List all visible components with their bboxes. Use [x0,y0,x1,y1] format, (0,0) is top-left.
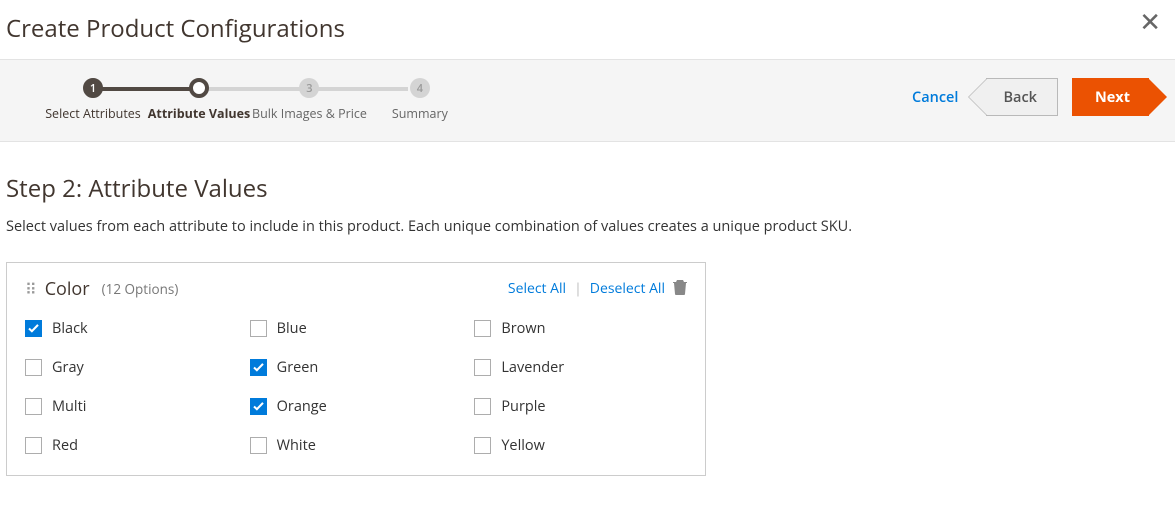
back-button-label: Back [1003,88,1036,107]
option-label[interactable]: Brown [501,319,545,338]
step-description: Select values from each attribute to inc… [6,217,1169,236]
content: Step 2: Attribute Values Select values f… [0,142,1175,476]
option-label[interactable]: Gray [52,358,84,377]
select-all-link[interactable]: Select All [508,279,566,298]
checkbox[interactable] [25,398,42,415]
wizard-actions: Cancel Back Next [912,78,1155,116]
option-label[interactable]: Orange [277,397,327,416]
checkbox[interactable] [474,398,491,415]
wizard-bar: 1 Select Attributes Attribute Values 3 B… [0,59,1175,142]
checkbox[interactable] [474,437,491,454]
next-button-label: Next [1095,88,1130,107]
wizard-step-2[interactable]: Attribute Values [146,78,252,123]
checkbox[interactable] [250,359,267,376]
option-label[interactable]: Multi [52,397,86,416]
checkbox[interactable] [25,437,42,454]
modal-title: Create Product Configurations [6,12,1175,45]
checkbox[interactable] [25,320,42,337]
option-label[interactable]: White [277,436,316,455]
step-circle-pending: 4 [410,78,430,98]
attribute-count: (12 Options) [102,280,179,298]
option-item[interactable]: Purple [474,397,687,416]
attribute-header: ⠿ Color (12 Options) Select All | Desele… [25,277,687,301]
step-heading: Step 2: Attribute Values [6,172,1169,205]
option-item[interactable]: Brown [474,319,687,338]
option-label[interactable]: Purple [501,397,545,416]
attribute-name: Color [45,277,90,301]
step-connector [196,87,302,91]
option-item[interactable]: Multi [25,397,238,416]
wizard-step-1[interactable]: 1 Select Attributes [40,78,146,123]
option-label[interactable]: Black [52,319,88,338]
step-label: Select Attributes [40,106,146,123]
checkbox[interactable] [250,398,267,415]
option-label[interactable]: Red [52,436,78,455]
checkbox[interactable] [474,359,491,376]
option-item[interactable]: Green [250,358,463,377]
option-label[interactable]: Green [277,358,319,377]
step-label: Summary [367,106,473,123]
wizard-step-3[interactable]: 3 Bulk Images & Price [252,78,367,123]
modal: Create Product Configurations ✕ 1 Select… [0,0,1175,476]
wizard-step-4[interactable]: 4 Summary [367,78,473,123]
chevron-left-icon [968,78,987,116]
separator: | [574,279,582,298]
close-icon[interactable]: ✕ [1139,8,1161,34]
attribute-panel: ⠿ Color (12 Options) Select All | Desele… [6,262,706,476]
option-label[interactable]: Lavender [501,358,564,377]
step-label: Bulk Images & Price [252,106,367,123]
option-item[interactable]: Gray [25,358,238,377]
back-button[interactable]: Back [986,78,1057,116]
option-item[interactable]: Lavender [474,358,687,377]
modal-header: Create Product Configurations ✕ [0,0,1175,59]
option-label[interactable]: Blue [277,319,307,338]
step-connector [90,87,196,91]
option-item[interactable]: Blue [250,319,463,338]
deselect-all-link[interactable]: Deselect All [590,279,665,298]
option-item[interactable]: Red [25,436,238,455]
option-item[interactable]: White [250,436,463,455]
checkbox[interactable] [25,359,42,376]
step-circle-active [189,78,209,98]
checkbox[interactable] [474,320,491,337]
step-circle-pending: 3 [299,78,319,98]
checkbox[interactable] [250,320,267,337]
step-circle-done: 1 [83,78,103,98]
option-label[interactable]: Yellow [501,436,545,455]
options-grid: Black Blue Brown Gray Green Lavender Multi Oran… [25,319,687,455]
option-item[interactable]: Yellow [474,436,687,455]
step-label: Attribute Values [146,106,252,123]
wizard-steps: 1 Select Attributes Attribute Values 3 B… [40,78,473,123]
drag-handle-icon[interactable]: ⠿ [25,281,35,297]
attribute-actions: Select All | Deselect All [508,278,687,300]
option-item[interactable]: Orange [250,397,463,416]
cancel-link[interactable]: Cancel [912,88,958,107]
chevron-right-icon [1148,78,1167,116]
next-button[interactable]: Next [1072,78,1149,116]
option-item[interactable]: Black [25,319,238,338]
checkbox[interactable] [250,437,267,454]
trash-icon[interactable] [673,278,687,300]
